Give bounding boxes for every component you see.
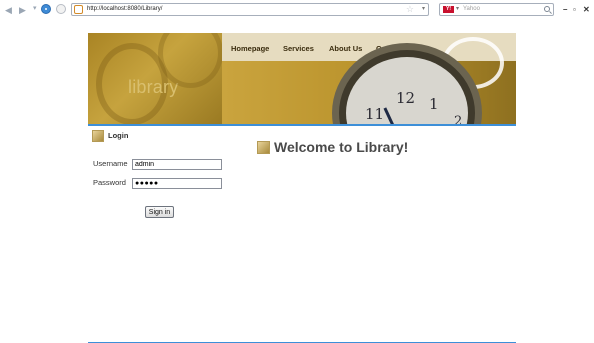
clock-numeral: 2 <box>454 114 463 124</box>
password-label: Password <box>93 178 126 187</box>
minimize-button[interactable]: – <box>563 5 567 14</box>
search-box[interactable]: Y! ▾ Yahoo <box>439 3 554 16</box>
search-engine-dropdown-icon[interactable]: ▾ <box>456 5 459 12</box>
site-header: library Homepage Services About Us Conta… <box>88 33 516 124</box>
login-title: Login <box>108 131 129 140</box>
logo-panel: library <box>88 33 223 124</box>
browser-toolbar: ◀ ▶ ▾ http://localhost:8080/Library/ ☆ ▾… <box>0 0 594 20</box>
search-input[interactable]: Yahoo <box>463 5 480 14</box>
address-dropdown-icon[interactable]: ▾ <box>422 5 425 12</box>
forward-arrow-icon[interactable]: ▶ <box>19 5 26 15</box>
header-divider <box>88 124 516 126</box>
restore-button[interactable]: ▫ <box>573 5 576 14</box>
nav-homepage[interactable]: Homepage <box>231 44 269 53</box>
close-button[interactable]: ✕ <box>583 5 590 14</box>
address-bar[interactable]: http://localhost:8080/Library/ ☆ ▾ <box>71 3 429 16</box>
site-logo[interactable]: library <box>128 77 178 98</box>
address-url[interactable]: http://localhost:8080/Library/ <box>87 5 162 14</box>
clock-numeral: 12 <box>396 89 416 107</box>
history-dropdown-icon[interactable]: ▾ <box>33 4 37 14</box>
clock-numeral: 11 <box>365 105 385 123</box>
page-favicon-icon <box>74 5 83 14</box>
refresh-icon[interactable] <box>41 4 51 14</box>
sign-in-button[interactable]: Sign in <box>145 206 174 218</box>
password-field[interactable] <box>132 178 222 189</box>
welcome-icon <box>257 141 270 154</box>
username-field[interactable] <box>132 159 222 170</box>
search-icon[interactable] <box>544 6 550 12</box>
username-label: Username <box>93 159 128 168</box>
stop-icon[interactable] <box>56 4 66 14</box>
clock-numeral: 1 <box>429 95 439 113</box>
nav-about-us[interactable]: About Us <box>329 44 362 53</box>
nav-services[interactable]: Services <box>283 44 314 53</box>
search-engine-icon[interactable]: Y! <box>443 6 454 13</box>
back-arrow-icon[interactable]: ◀ <box>5 5 12 15</box>
login-icon <box>92 130 104 142</box>
header-clock-art: 11 12 1 2 <box>222 37 516 124</box>
welcome-heading: Welcome to Library! <box>274 139 409 155</box>
bookmark-star-icon[interactable]: ☆ <box>406 4 414 15</box>
